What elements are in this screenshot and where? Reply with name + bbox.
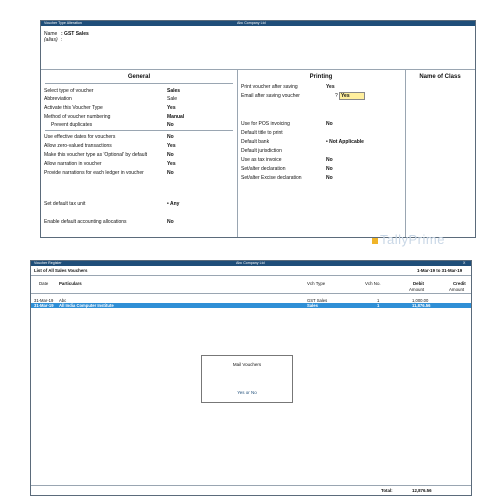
dialog-title: Mail Vouchers [232, 362, 262, 367]
printing-label: Print voucher after saving [241, 84, 298, 90]
printing-label: Use as tax invoice [241, 157, 282, 163]
yes-or-no-prompt[interactable]: Yes or No [202, 390, 292, 395]
accounting-allocations-label: Enable default accounting allocations [44, 219, 127, 225]
optional-default-field[interactable]: No [167, 152, 174, 158]
tally-logo-icon [372, 237, 378, 244]
column-divider-general [237, 69, 238, 237]
class-header: Name of Class [419, 74, 461, 80]
col-particulars: Particulars [59, 281, 82, 286]
total-value: 12,876.56 [412, 488, 432, 493]
accounting-allocations-field[interactable]: No [167, 219, 174, 225]
general-label: Provide narrations for each ledger in vo… [44, 170, 144, 176]
col-date: Date [39, 281, 49, 286]
alias-label: (alias) [44, 37, 58, 43]
window-title: Voucher Type Alteration [44, 21, 82, 25]
col-vch-no: Vch No. [365, 281, 381, 286]
effective-dates-field[interactable]: No [167, 134, 174, 140]
column-divider-printing [405, 69, 406, 237]
tax-invoice-field[interactable]: No [326, 157, 333, 163]
general-label: Abbreviation [44, 96, 72, 102]
email-after-saving-field[interactable]: Yes [339, 92, 365, 100]
col-debit: Debit [413, 281, 424, 286]
narration-field[interactable]: Yes [167, 161, 176, 167]
total-label: Total: [381, 488, 393, 493]
abbreviation-field[interactable]: Sale [167, 96, 177, 102]
general-label: Prevent duplicates [51, 122, 93, 128]
printing-label: Default jurisdiction [241, 148, 282, 154]
watermark-text: TallyPrime [380, 232, 445, 247]
general-underline [45, 83, 233, 84]
general-label: Method of voucher numbering [44, 114, 111, 120]
printing-label: Default title to print [241, 130, 283, 136]
general-label: Allow narration in voucher [44, 161, 102, 167]
row-debit: 11,876.56 [412, 303, 431, 308]
general-header: General [127, 74, 151, 80]
prevent-duplicates-field[interactable]: No [167, 122, 174, 128]
general-label: Activate this Voucher Type [44, 105, 103, 111]
ledger-narration-field[interactable]: No [167, 170, 174, 176]
title-bar: Voucher Register Abc Company Ltd X [31, 261, 471, 266]
tallyprime-watermark: TallyPrime [372, 232, 445, 247]
general-label: Select type of voucher [44, 88, 94, 94]
printing-label: Set/alter Excise declaration [241, 175, 302, 181]
close-icon[interactable]: X [463, 261, 465, 266]
section-divider [41, 69, 475, 70]
general-label: Use effective dates for vouchers [44, 134, 116, 140]
email-colon: ? [335, 93, 338, 99]
general-label: Allow zero-valued transactions [44, 143, 112, 149]
tax-unit-label: Set default tax unit [44, 201, 86, 207]
default-bank-field[interactable]: • Not Applicable [326, 139, 364, 145]
col-vch-type: Vch Type [307, 281, 326, 286]
period-range[interactable]: 1-Mar-19 to 31-Mar-19 [417, 268, 462, 273]
general-label: Make this voucher type as 'Optional' by … [44, 152, 148, 158]
zero-valued-field[interactable]: Yes [167, 143, 176, 149]
header-divider [31, 275, 471, 276]
printing-label: Email after saving voucher [241, 93, 300, 99]
company-name: Abc Company Ltd [237, 21, 266, 25]
row-date: 31-Mar-19 [34, 303, 54, 308]
window-title: Voucher Register [34, 261, 62, 265]
table-row-selected[interactable]: 31-Mar-19 All India Computer Institute S… [31, 303, 471, 308]
numbering-method-field[interactable]: Manual [167, 114, 184, 120]
title-bar: Voucher Type Alteration Abc Company Ltd [41, 21, 475, 26]
activate-field[interactable]: Yes [167, 105, 176, 111]
pos-invoicing-field[interactable]: No [326, 121, 333, 127]
col-credit-sub: Amount [449, 287, 465, 292]
print-after-saving-field[interactable]: Yes [326, 84, 335, 90]
col-credit: Credit [453, 281, 466, 286]
name-field[interactable]: : GST Sales [61, 31, 89, 37]
company-name: Abc Company Ltd [236, 261, 265, 265]
printing-label: Use for POS invoicing [241, 121, 290, 127]
voucher-register-window: Voucher Register Abc Company Ltd X List … [30, 260, 472, 496]
row-vch-type: Sales [307, 303, 318, 308]
alias-field[interactable]: : [61, 37, 62, 43]
columns-divider [31, 293, 471, 294]
printing-label: Default bank [241, 139, 270, 145]
footer-divider [31, 485, 471, 486]
printing-label: Set/alter declaration [241, 166, 286, 172]
col-debit-sub: Amount [409, 287, 425, 292]
declaration-field[interactable]: No [326, 166, 333, 172]
excise-declaration-field[interactable]: No [326, 175, 333, 181]
register-subtitle: List of All Sales Vouchers [34, 268, 88, 273]
row-particulars: All India Computer Institute [59, 303, 114, 308]
general-divider [45, 130, 233, 131]
mail-vouchers-dialog: Mail Vouchers Yes or No [201, 355, 293, 403]
tax-unit-field[interactable]: • Any [167, 201, 179, 207]
voucher-type-alteration-window: Voucher Type Alteration Abc Company Ltd … [40, 20, 476, 238]
voucher-type-field[interactable]: Sales [167, 88, 180, 94]
row-vch-no: 1 [377, 303, 380, 308]
printing-header: Printing [309, 74, 333, 80]
